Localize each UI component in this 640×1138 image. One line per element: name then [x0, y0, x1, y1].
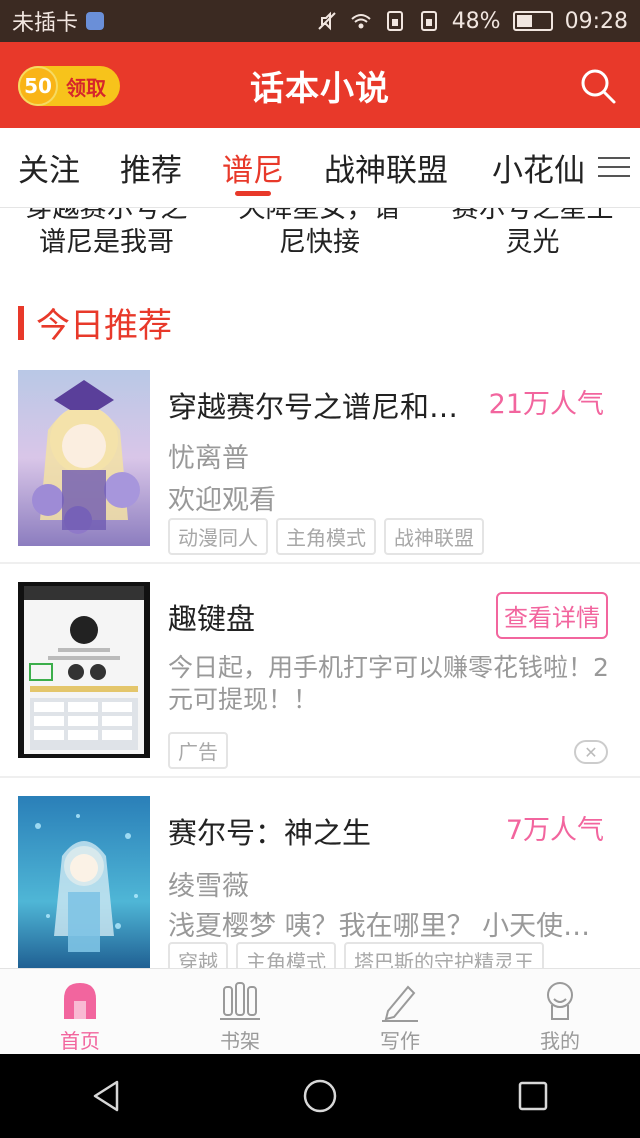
view-details-button[interactable]: 查看详情 — [496, 592, 608, 639]
section-accent-bar — [18, 305, 24, 340]
active-tab-indicator — [235, 190, 271, 196]
book-tag[interactable]: 主角模式 — [276, 518, 376, 555]
ad-description: 今日起，用手机打字可以赚零花钱啦！2元可提现！！ — [168, 653, 609, 714]
ad-tags: 广告 — [168, 732, 228, 769]
book-tags: 动漫同人 主角模式 战神联盟 — [168, 518, 484, 555]
nav-bookshelf[interactable]: 书架 — [160, 969, 320, 1054]
book-description: 浅夏樱梦 咦？我在哪里？ 小天使… — [168, 911, 591, 942]
sim2-icon — [420, 11, 437, 31]
book-card[interactable]: 赛尔号：神之生 7万人气 绫雪薇 浅夏樱梦 咦？我在哪里？ 小天使… 穿越 主角… — [0, 780, 640, 968]
book-author: 绫雪薇 — [168, 871, 249, 902]
recents-icon[interactable] — [513, 1076, 553, 1116]
search-icon[interactable] — [578, 66, 618, 106]
divider — [0, 562, 640, 564]
claim-label: 领取 — [66, 75, 106, 100]
book-popularity: 7万人气 — [505, 815, 604, 846]
home-circle-icon[interactable] — [300, 1076, 340, 1116]
ad-card[interactable]: 趣键盘 查看详情 今日起，用手机打字可以赚零花钱啦！2元可提现！！ 广告 ✕ — [0, 566, 640, 778]
profile-icon — [547, 982, 573, 1020]
book-tag[interactable]: 塔巴斯的守护精灵王 — [344, 942, 544, 968]
bookshelf-icon — [220, 982, 260, 1020]
wifi-icon — [351, 14, 371, 29]
claim-coins-button[interactable]: 50 领取 — [18, 66, 120, 106]
book-title: 穿越赛尔号之谱尼和… — [168, 390, 459, 424]
carrier-text: 未插卡 — [12, 11, 79, 36]
book-cover — [18, 370, 150, 546]
tab-follow[interactable]: 关注 — [18, 128, 80, 208]
sim1-icon — [386, 11, 403, 31]
nav-write[interactable]: 写作 — [320, 969, 480, 1054]
partial-book-title[interactable]: 赛尔号之星王 灵光 — [426, 208, 639, 260]
battery-icon — [512, 11, 553, 31]
mute-icon — [317, 11, 336, 31]
back-icon[interactable] — [87, 1076, 127, 1116]
book-cover — [18, 796, 150, 968]
close-ad-icon[interactable]: ✕ — [574, 740, 608, 764]
home-icon — [64, 983, 96, 1019]
book-tag[interactable]: 主角模式 — [236, 942, 336, 968]
tab-xiaohuaxian[interactable]: 小花仙 — [492, 128, 585, 208]
bottom-navigation: 首页 书架 写作 我的 — [0, 968, 640, 1054]
content-scroll[interactable]: 穿越赛尔号之 谱尼是我哥 天降星女，谱 尼快接 赛尔号之星王 灵光 今日推荐 穿越赛尔… — [0, 208, 640, 968]
location-icon — [86, 12, 105, 30]
pen-icon — [382, 985, 418, 1022]
book-tag[interactable]: 战神联盟 — [384, 518, 484, 555]
book-title: 赛尔号：神之生 — [168, 816, 372, 850]
partial-book-title[interactable]: 天降星女，谱 尼快接 — [213, 208, 426, 260]
book-tag[interactable]: 穿越 — [168, 942, 228, 968]
nav-profile[interactable]: 我的 — [480, 969, 640, 1054]
section-title: 今日推荐 — [36, 306, 172, 346]
book-tag[interactable]: 动漫同人 — [168, 518, 268, 555]
category-tabs: 关注 推荐 谱尼 战神联盟 小花仙 — [0, 128, 640, 208]
divider — [0, 776, 640, 778]
system-navigation-bar — [0, 1054, 640, 1138]
book-popularity: 21万人气 — [488, 389, 604, 420]
ad-image — [18, 582, 150, 758]
tab-recommend[interactable]: 推荐 — [120, 128, 182, 208]
ad-label: 广告 — [168, 732, 228, 769]
tab-puni[interactable]: 谱尼 — [222, 128, 284, 208]
tab-zhanshen-lianmeng[interactable]: 战神联盟 — [324, 128, 448, 208]
section-header: 今日推荐 — [18, 298, 172, 347]
ad-title: 趣键盘 — [168, 602, 256, 636]
clock: 09:28 — [564, 8, 628, 34]
nav-home[interactable]: 首页 — [0, 969, 160, 1054]
app-title: 话本小说 — [250, 68, 390, 109]
app-header: 50 领取 话本小说 — [0, 42, 640, 128]
battery-percent: 48% — [451, 8, 501, 34]
partial-book-row: 穿越赛尔号之 谱尼是我哥 天降星女，谱 尼快接 赛尔号之星王 灵光 — [0, 208, 640, 260]
book-description: 欢迎观看 — [168, 485, 276, 516]
coin-icon: 50 — [18, 66, 58, 106]
book-tags: 穿越 主角模式 塔巴斯的守护精灵王 — [168, 942, 544, 968]
book-card[interactable]: 穿越赛尔号之谱尼和… 21万人气 忧离普 欢迎观看 动漫同人 主角模式 战神联盟 — [0, 368, 640, 564]
status-bar: 未插卡 48% 09:28 — [0, 0, 640, 42]
menu-icon[interactable] — [598, 150, 630, 186]
book-author: 忧离普 — [168, 443, 249, 474]
partial-book-title[interactable]: 穿越赛尔号之 谱尼是我哥 — [0, 208, 213, 260]
